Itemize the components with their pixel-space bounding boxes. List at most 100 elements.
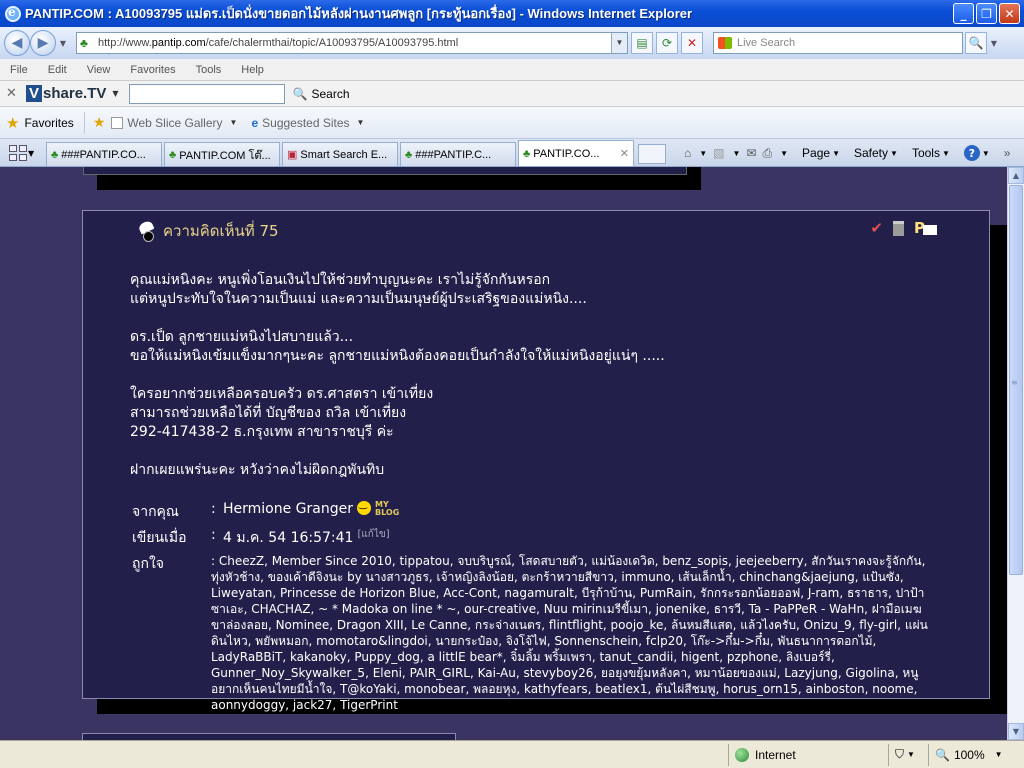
body-line bbox=[130, 366, 950, 385]
shield-icon: ⛉ bbox=[895, 747, 905, 761]
scroll-up-button[interactable]: ▲ bbox=[1008, 167, 1024, 184]
tools-menu[interactable]: Tools ▼ bbox=[912, 146, 950, 160]
status-text bbox=[0, 744, 728, 766]
cactus-favicon-icon: ♣ bbox=[405, 148, 413, 161]
windows-flag-icon bbox=[718, 37, 732, 49]
arrow-left-icon: ◀ bbox=[11, 35, 23, 51]
chevron-right-icon[interactable]: » bbox=[1004, 146, 1011, 160]
menu-tools[interactable]: Tools bbox=[196, 64, 222, 76]
toolbar-close-icon[interactable]: ✕ bbox=[6, 86, 26, 101]
vshare-search-input[interactable] bbox=[128, 83, 285, 104]
security-zone[interactable]: Internet bbox=[728, 743, 888, 766]
favorites-button[interactable]: ★ Favorites bbox=[6, 111, 85, 134]
menu-favorites[interactable]: Favorites bbox=[130, 64, 175, 76]
trash-icon[interactable] bbox=[893, 220, 904, 236]
vshare-dropdown[interactable]: ▼ bbox=[112, 89, 118, 98]
written-label: เขียนเมื่อ bbox=[132, 530, 187, 546]
tab-5-active[interactable]: ♣ PANTIP.CO... ✕ bbox=[518, 140, 634, 166]
refresh-button[interactable]: ⟳ bbox=[656, 32, 678, 54]
recent-pages-dropdown[interactable]: ▼ bbox=[56, 39, 70, 48]
suggested-sites-link[interactable]: e Suggested Sites ▼ bbox=[251, 116, 364, 130]
compatibility-view-button[interactable]: ▤ bbox=[631, 32, 653, 54]
tab-3[interactable]: ▣ Smart Search E... bbox=[282, 142, 398, 166]
address-field[interactable]: ♣ http://www. pantip.com/cafe/chalermthai… bbox=[76, 32, 628, 54]
vote-check-icon[interactable]: ✔ bbox=[870, 219, 883, 237]
title-bar: PANTIP.COM : A10093795 แม่ดร.เป็ดนั่งขาย… bbox=[0, 0, 1024, 27]
live-search-placeholder: Live Search bbox=[737, 37, 796, 49]
menu-edit[interactable]: Edit bbox=[48, 64, 67, 76]
vertical-scrollbar[interactable]: ▲ ≡ ▼ bbox=[1007, 167, 1024, 740]
chevron-down-icon: ▼ bbox=[356, 118, 365, 127]
search-options-dropdown[interactable]: ▼ bbox=[987, 39, 1001, 48]
body-line: ฝากเผยแพร่นะคะ หวังว่าคงไม่ผิดกฎพันทิบ bbox=[130, 462, 385, 478]
menu-view[interactable]: View bbox=[87, 64, 111, 76]
cactus-favicon-icon: ♣ bbox=[51, 148, 59, 161]
feeds-icon[interactable]: ▧ bbox=[713, 146, 724, 160]
magnifier-icon: 🔍 bbox=[968, 36, 984, 50]
private-message-icon[interactable]: P bbox=[914, 219, 937, 237]
body-line: ใครอยากช่วยเหลือครอบครัว ดร.ศาสตรา เข้าเ… bbox=[130, 386, 434, 402]
print-icon[interactable]: ⎙ bbox=[763, 146, 773, 161]
ie-icon bbox=[5, 5, 21, 22]
help-menu[interactable]: ? ▼ bbox=[963, 145, 990, 161]
close-button[interactable]: ✕ bbox=[999, 3, 1020, 24]
menu-help[interactable]: Help bbox=[241, 64, 264, 76]
my-blog-badge[interactable]: MY BLOG bbox=[375, 501, 399, 523]
body-line bbox=[130, 442, 950, 461]
likes-list: : CheezZ, Member Since 2010, tippatou, จ… bbox=[211, 554, 928, 712]
close-tab-icon[interactable]: ✕ bbox=[620, 147, 629, 160]
tab-2[interactable]: ♣ PANTIP.COM โต๊... bbox=[164, 142, 280, 166]
maximize-button[interactable]: ❐ bbox=[976, 3, 997, 24]
body-line: 292-417438-2 ธ.กรุงเทพ สาขาราชบุรี ค่ะ bbox=[130, 424, 394, 440]
menu-bar: File Edit View Favorites Tools Help bbox=[0, 59, 1024, 81]
cactus-favicon-icon: ♣ bbox=[523, 147, 531, 160]
smart-search-favicon-icon: ▣ bbox=[287, 149, 298, 161]
comment-body: คุณแม่หนิงคะ หนูเพิ่งโอนเงินไปให้ช่วยทำบ… bbox=[130, 271, 950, 480]
live-search-input[interactable]: Live Search bbox=[713, 32, 963, 54]
tab-list-dropdown[interactable]: ▼ bbox=[28, 149, 42, 158]
from-label: จากคุณ bbox=[132, 504, 179, 520]
web-slice-gallery-link[interactable]: Web Slice Gallery ▼ bbox=[111, 116, 237, 130]
chevron-down-icon: ▼ bbox=[229, 118, 238, 127]
forward-button[interactable]: ▶ bbox=[30, 30, 56, 56]
arrow-right-icon: ▶ bbox=[37, 35, 49, 51]
search-go-button[interactable]: 🔍 bbox=[965, 32, 987, 54]
minimize-button[interactable]: _ bbox=[953, 3, 974, 24]
mail-icon[interactable]: ✉ bbox=[746, 146, 756, 160]
globe-icon bbox=[735, 747, 749, 762]
zoom-icon: 🔍 bbox=[935, 747, 950, 762]
author-name[interactable]: Hermione Granger bbox=[223, 501, 353, 523]
tab-1[interactable]: ♣ ###PANTIP.CO... bbox=[46, 142, 162, 166]
compat-icon: ▤ bbox=[636, 36, 648, 50]
cactus-favicon-icon: ♣ bbox=[169, 148, 177, 161]
vshare-toolbar: ✕ Vshare.TV ▼ 🔍 Search bbox=[0, 81, 1024, 107]
comment-title: ความคิดเห็นที่ 75 bbox=[163, 222, 279, 240]
smiley-icon bbox=[357, 499, 371, 515]
tab-bar: ▼ ♣ ###PANTIP.CO... ♣ PANTIP.COM โต๊... ▣ S… bbox=[0, 139, 1024, 167]
scroll-down-button[interactable]: ▼ bbox=[1008, 723, 1024, 740]
tab-4[interactable]: ♣ ###PANTIP.C... bbox=[400, 142, 516, 166]
home-icon[interactable]: ⌂ bbox=[684, 146, 691, 160]
ie-icon: e bbox=[251, 115, 259, 130]
back-button[interactable]: ◀ bbox=[4, 30, 30, 56]
post-timestamp: 4 ม.ค. 54 16:57:41 bbox=[223, 530, 354, 546]
quick-tabs-button[interactable] bbox=[6, 142, 28, 164]
address-dropdown[interactable]: ▼ bbox=[611, 33, 627, 53]
zoom-control[interactable]: 🔍 100% ▼ bbox=[928, 743, 1024, 766]
vshare-search-button[interactable]: 🔍 Search bbox=[293, 87, 350, 101]
safety-menu[interactable]: Safety ▼ bbox=[854, 146, 898, 160]
vshare-logo[interactable]: Vshare.TV bbox=[26, 85, 106, 102]
edit-link[interactable]: [แก้ไข] bbox=[357, 527, 389, 549]
page-menu[interactable]: Page ▼ bbox=[802, 146, 840, 160]
post-meta: จากคุณ : Hermione Granger MYBLOG เขียนเม… bbox=[132, 499, 942, 713]
body-line: สามารถช่วยเหลือได้ที่ บัญชีของ ถวิล เข้า… bbox=[130, 405, 407, 421]
new-tab-button[interactable] bbox=[638, 144, 666, 164]
stop-icon: ✕ bbox=[686, 36, 698, 50]
window-title: PANTIP.COM : A10093795 แม่ดร.เป็ดนั่งขาย… bbox=[25, 6, 693, 21]
protected-mode[interactable]: ⛉ ▼ bbox=[888, 743, 928, 766]
scroll-grip-icon: ≡ bbox=[1011, 378, 1018, 387]
add-to-favorites-icon[interactable]: ★ bbox=[93, 114, 106, 131]
likes-label: ถูกใจ bbox=[132, 556, 164, 572]
stop-button[interactable]: ✕ bbox=[681, 32, 703, 54]
menu-file[interactable]: File bbox=[10, 64, 28, 76]
